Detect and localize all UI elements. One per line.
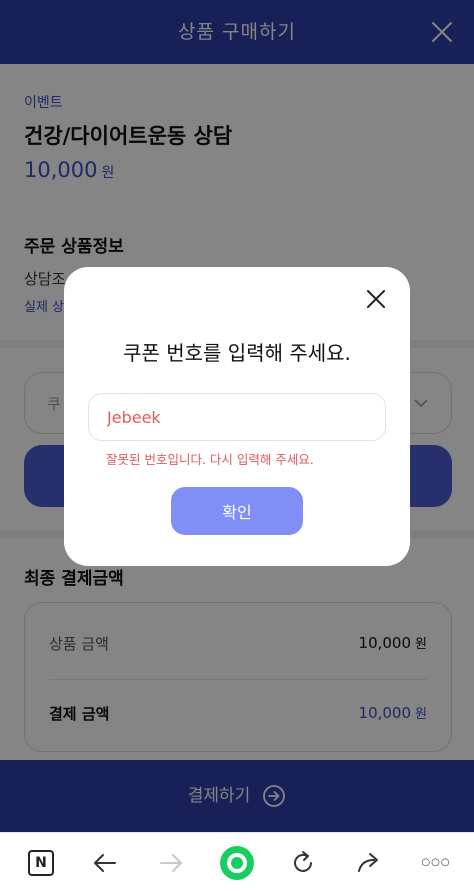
coupon-modal: 쿠폰 번호를 입력해 주세요. 잘못된 번호입니다. 다시 입력해 주세요. 확… [64,267,410,566]
green-dot-icon[interactable] [219,845,255,881]
error-message: 잘못된 번호입니다. 다시 입력해 주세요. [106,452,314,467]
browser-toolbar: N ○○○ [0,832,474,891]
modal-title: 쿠폰 번호를 입력해 주세요. [123,341,351,365]
more-icon[interactable]: ○○○ [416,849,456,877]
refresh-icon[interactable] [289,849,317,877]
confirm-button[interactable]: 확인 [171,487,303,535]
back-icon[interactable] [91,849,119,877]
share-icon[interactable] [355,849,383,877]
close-icon[interactable] [364,287,388,311]
more-glyph: ○○○ [421,857,451,868]
coupon-code-input[interactable] [88,393,386,441]
naver-home-icon[interactable]: N [27,849,55,877]
home-letter: N [35,855,47,871]
forward-icon[interactable] [157,849,185,877]
